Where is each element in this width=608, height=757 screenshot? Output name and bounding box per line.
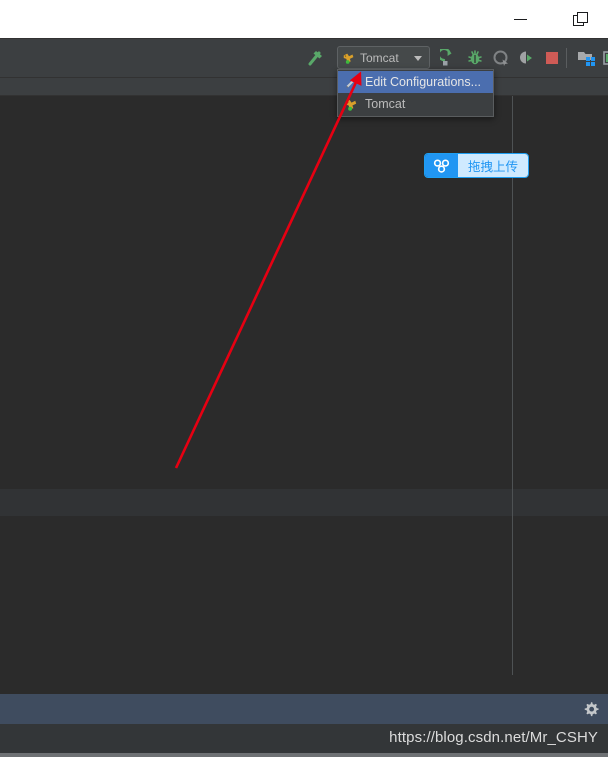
run-icon [440, 49, 452, 66]
watermark-bar: https://blog.csdn.net/Mr_CSHY [0, 724, 608, 753]
minimize-icon [513, 18, 527, 20]
pencil-icon [346, 75, 358, 88]
editor-vertical-splitter[interactable] [512, 96, 513, 675]
run-button[interactable] [438, 47, 460, 69]
main-toolbar: Tomcat [0, 38, 608, 78]
run-configuration-menu[interactable]: Edit Configurations... Tomcat [337, 69, 494, 117]
minimize-button[interactable] [497, 0, 543, 38]
ide-window: Tomcat Edit Configurations... Tomcat 拖拽上… [0, 38, 608, 757]
upload-label: 拖拽上传 [458, 154, 528, 177]
build-button[interactable] [305, 47, 327, 69]
window-title-bar [0, 0, 608, 38]
run-configuration-selector[interactable]: Tomcat [337, 46, 430, 69]
restore-icon [573, 12, 588, 26]
settings-sync-icon [603, 51, 608, 65]
menu-item-edit-configurations[interactable]: Edit Configurations... [338, 71, 493, 93]
drag-upload-widget[interactable]: 拖拽上传 [424, 153, 529, 178]
run-with-coverage-button[interactable] [490, 47, 512, 69]
hammer-icon [308, 51, 322, 66]
menu-item-label: Tomcat [365, 97, 406, 111]
profile-button[interactable] [515, 47, 537, 69]
baidu-cloud-icon [433, 159, 450, 173]
run-configuration-label: Tomcat [360, 50, 399, 65]
menu-item-label: Edit Configurations... [365, 75, 482, 89]
tomcat-icon [345, 99, 357, 111]
coverage-icon [493, 50, 508, 66]
restore-button[interactable] [557, 0, 603, 38]
editor-tab-strip[interactable] [0, 78, 608, 96]
debug-bug-icon [468, 50, 482, 65]
profile-icon [520, 51, 532, 64]
menu-item-tomcat[interactable]: Tomcat [338, 93, 493, 115]
window-bottom-edge [0, 753, 608, 757]
watermark-text: https://blog.csdn.net/Mr_CSHY [389, 729, 598, 746]
debug-button[interactable] [464, 47, 486, 69]
stop-button[interactable] [541, 47, 563, 69]
gear-glyph [584, 702, 599, 717]
status-bar [0, 694, 608, 724]
chevron-down-icon[interactable] [414, 56, 422, 61]
toolbar-overflow-icon[interactable] [600, 47, 608, 69]
editor-area[interactable] [0, 96, 608, 733]
project-structure-icon [578, 52, 595, 66]
stop-square-icon [546, 52, 558, 64]
gear-icon[interactable] [582, 700, 600, 718]
editor-band-upper [0, 489, 608, 516]
tomcat-icon [343, 53, 354, 64]
project-structure-button[interactable] [576, 47, 598, 69]
upload-icon-container [425, 154, 458, 177]
toolbar-separator [566, 48, 567, 68]
